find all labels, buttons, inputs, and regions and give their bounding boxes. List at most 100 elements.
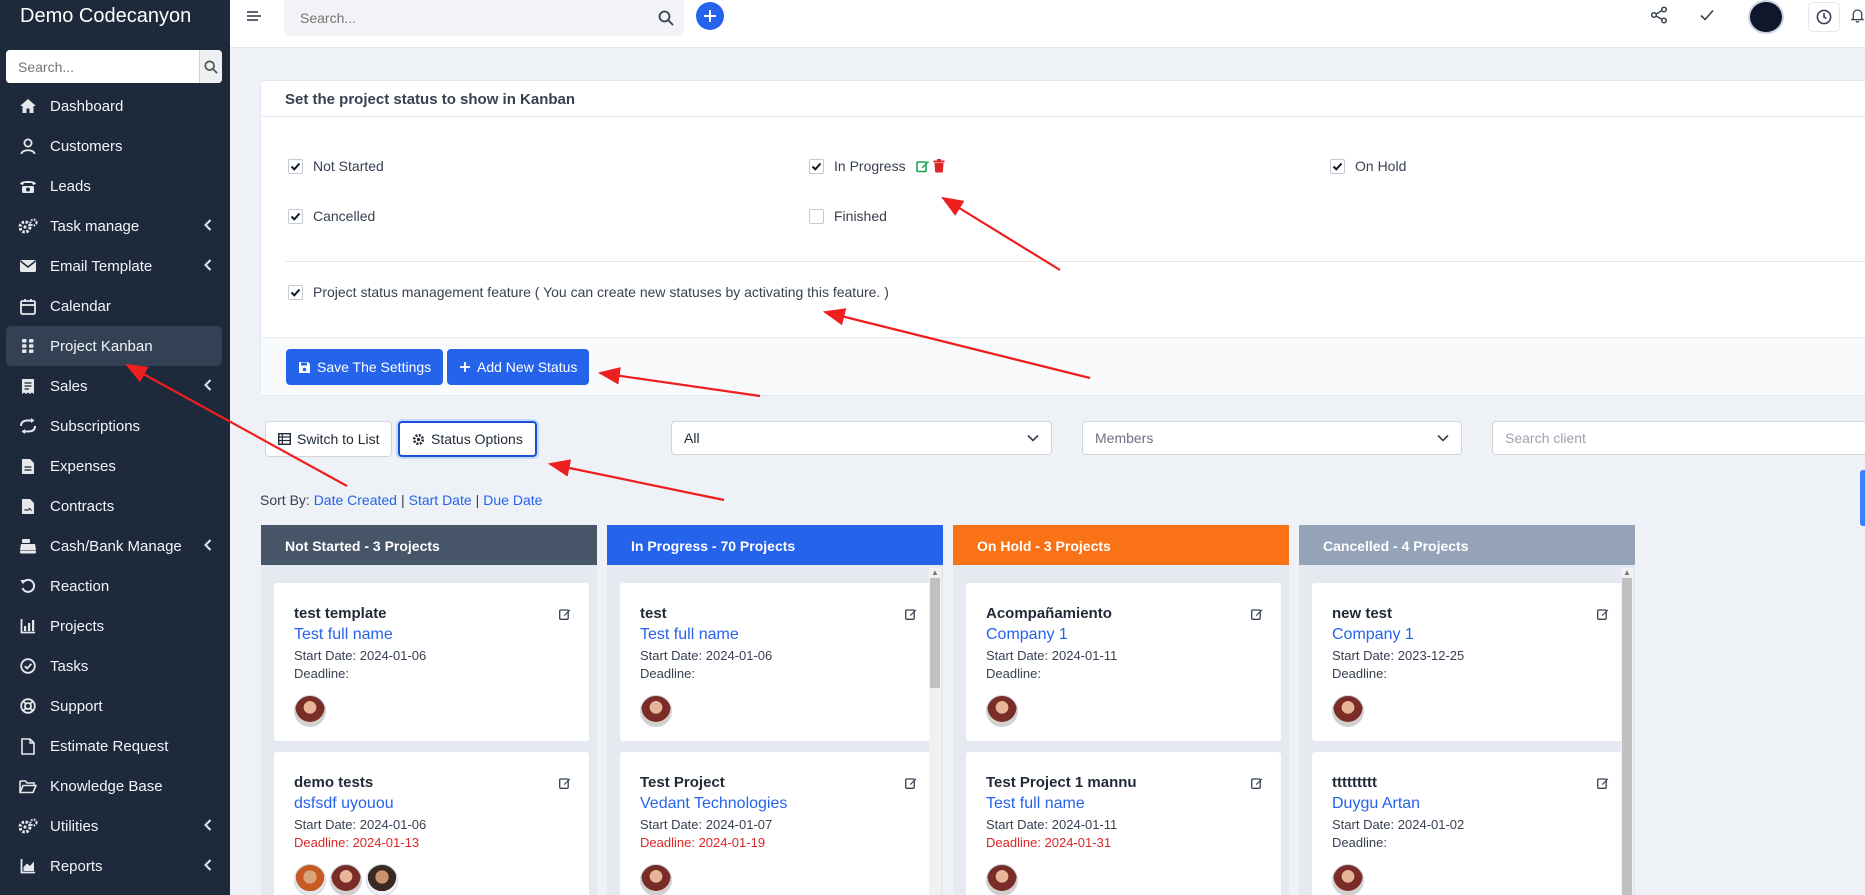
checkbox[interactable] <box>288 284 303 300</box>
scrollbar-thumb[interactable] <box>1622 578 1632 895</box>
column-scrollbar[interactable]: ▲ <box>929 568 941 895</box>
project-card[interactable]: ttttttttt Duygu Artan Start Date: 2024-0… <box>1312 752 1627 895</box>
sidebar: Demo Codecanyon Dashboard Customers Lead… <box>0 0 230 895</box>
list-table-icon <box>278 433 291 445</box>
tasks-check-button[interactable] <box>1698 6 1716 24</box>
quick-add-button[interactable] <box>696 2 724 30</box>
scroll-up-arrow[interactable]: ▲ <box>1623 568 1631 577</box>
checkbox[interactable] <box>288 158 303 174</box>
status-checkbox-not-started[interactable]: Not Started <box>288 158 384 174</box>
member-avatar[interactable] <box>1332 864 1364 895</box>
notifications-button[interactable] <box>1850 6 1865 24</box>
edit-icon[interactable] <box>1251 608 1263 620</box>
status-options-button[interactable]: Status Options <box>398 421 537 457</box>
sort-date-created-link[interactable]: Date Created <box>314 492 397 508</box>
menu-toggle-button[interactable] <box>246 8 262 29</box>
sidebar-search-input[interactable] <box>6 50 199 83</box>
sidebar-item-project-kanban[interactable]: Project Kanban <box>6 326 222 366</box>
global-search-input[interactable] <box>284 10 648 26</box>
project-client-link[interactable]: Duygu Artan <box>1332 795 1420 813</box>
sidebar-item-projects[interactable]: Projects <box>6 606 222 646</box>
sort-start-date-link[interactable]: Start Date <box>409 492 472 508</box>
sidebar-item-leads[interactable]: Leads <box>6 166 222 206</box>
project-client-link[interactable]: Test full name <box>986 795 1085 813</box>
member-avatar[interactable] <box>294 695 326 727</box>
project-client-link[interactable]: Vedant Technologies <box>640 795 787 813</box>
sidebar-item-reports[interactable]: Reports <box>6 846 222 886</box>
edit-icon[interactable] <box>905 777 917 789</box>
edit-icon[interactable] <box>559 777 571 789</box>
checkbox[interactable] <box>809 208 824 224</box>
member-avatar[interactable] <box>366 864 398 895</box>
feature-checkbox[interactable]: Project status management feature ( You … <box>288 284 889 300</box>
sort-due-date-link[interactable]: Due Date <box>483 492 542 508</box>
sidebar-search-button[interactable] <box>199 50 222 83</box>
status-checkbox-finished[interactable]: Finished <box>809 208 887 224</box>
sidebar-item-email-template[interactable]: Email Template <box>6 246 222 286</box>
search-icon[interactable] <box>648 10 684 26</box>
sidebar-item-expenses[interactable]: Expenses <box>6 446 222 486</box>
project-card[interactable]: demo tests dsfsdf uyouou Start Date: 202… <box>274 752 589 895</box>
kanban-column-not-started: Not Started - 3 Projects test template T… <box>261 525 597 895</box>
edit-icon[interactable] <box>1597 608 1609 620</box>
project-card[interactable]: Test Project 1 mannu Test full name Star… <box>966 752 1281 895</box>
sidebar-item-tasks[interactable]: Tasks <box>6 646 222 686</box>
sidebar-item-subscriptions[interactable]: Subscriptions <box>6 406 222 446</box>
checkbox[interactable] <box>809 158 824 174</box>
sidebar-item-reaction[interactable]: Reaction <box>6 566 222 606</box>
add-new-status-button[interactable]: Add New Status <box>447 349 590 385</box>
member-avatar[interactable] <box>986 864 1018 895</box>
scrollbar-thumb[interactable] <box>930 578 940 688</box>
members-select[interactable]: Members <box>1082 421 1462 455</box>
search-client-field[interactable]: Search client <box>1492 421 1865 455</box>
sidebar-item-utilities[interactable]: Utilities <box>6 806 222 846</box>
project-card[interactable]: test Test full name Start Date: 2024-01-… <box>620 583 935 741</box>
sidebar-item-dashboard[interactable]: Dashboard <box>6 86 222 126</box>
sidebar-item-customers[interactable]: Customers <box>6 126 222 166</box>
project-client-link[interactable]: Company 1 <box>1332 626 1414 644</box>
column-scrollbar[interactable]: ▲ <box>1621 568 1633 895</box>
checkbox[interactable] <box>1330 158 1345 174</box>
sidebar-item-knowledge-base[interactable]: Knowledge Base <box>6 766 222 806</box>
edit-icon[interactable] <box>1597 777 1609 789</box>
project-client-link[interactable]: Company 1 <box>986 626 1068 644</box>
member-avatar[interactable] <box>986 695 1018 727</box>
status-checkbox-on-hold[interactable]: On Hold <box>1330 158 1406 174</box>
scroll-up-arrow[interactable]: ▲ <box>931 568 939 577</box>
sidebar-item-contracts[interactable]: Contracts <box>6 486 222 526</box>
status-checkbox-cancelled[interactable]: Cancelled <box>288 208 375 224</box>
save-settings-button[interactable]: Save The Settings <box>286 349 444 385</box>
share-button[interactable] <box>1650 6 1668 24</box>
user-avatar[interactable] <box>1748 0 1784 34</box>
project-client-link[interactable]: dsfsdf uyouou <box>294 795 394 813</box>
sidebar-item-cash-bank-manage[interactable]: Cash/Bank Manage <box>6 526 222 566</box>
timer-button[interactable] <box>1808 2 1840 32</box>
sidebar-item-task-manage[interactable]: Task manage <box>6 206 222 246</box>
project-filter-select[interactable]: All <box>671 421 1052 455</box>
checkbox[interactable] <box>288 208 303 224</box>
delete-status-icon[interactable] <box>933 159 945 173</box>
member-avatar[interactable] <box>330 864 362 895</box>
member-avatar[interactable] <box>1332 695 1364 727</box>
sidebar-item-support[interactable]: Support <box>6 686 222 726</box>
status-checkbox-in-progress[interactable]: In Progress <box>809 158 945 174</box>
project-client-link[interactable]: Test full name <box>640 626 739 644</box>
edit-icon[interactable] <box>559 608 571 620</box>
member-avatar[interactable] <box>294 864 326 895</box>
switch-to-list-button[interactable]: Switch to List <box>265 421 393 457</box>
edit-icon[interactable] <box>905 608 917 620</box>
global-search <box>284 0 684 36</box>
member-avatar[interactable] <box>640 695 672 727</box>
sidebar-item-sales[interactable]: Sales <box>6 366 222 406</box>
sidebar-item-calendar[interactable]: Calendar <box>6 286 222 326</box>
edit-icon[interactable] <box>1251 777 1263 789</box>
project-card[interactable]: test template Test full name Start Date:… <box>274 583 589 741</box>
project-card[interactable]: Test Project Vedant Technologies Start D… <box>620 752 935 895</box>
sidebar-item-estimate-request[interactable]: Estimate Request <box>6 726 222 766</box>
member-avatar[interactable] <box>640 864 672 895</box>
project-card[interactable]: new test Company 1 Start Date: 2023-12-2… <box>1312 583 1627 741</box>
project-card[interactable]: Acompañamiento Company 1 Start Date: 202… <box>966 583 1281 741</box>
edit-status-icon[interactable] <box>915 159 930 173</box>
side-panel-handle[interactable] <box>1860 470 1865 526</box>
project-client-link[interactable]: Test full name <box>294 626 393 644</box>
